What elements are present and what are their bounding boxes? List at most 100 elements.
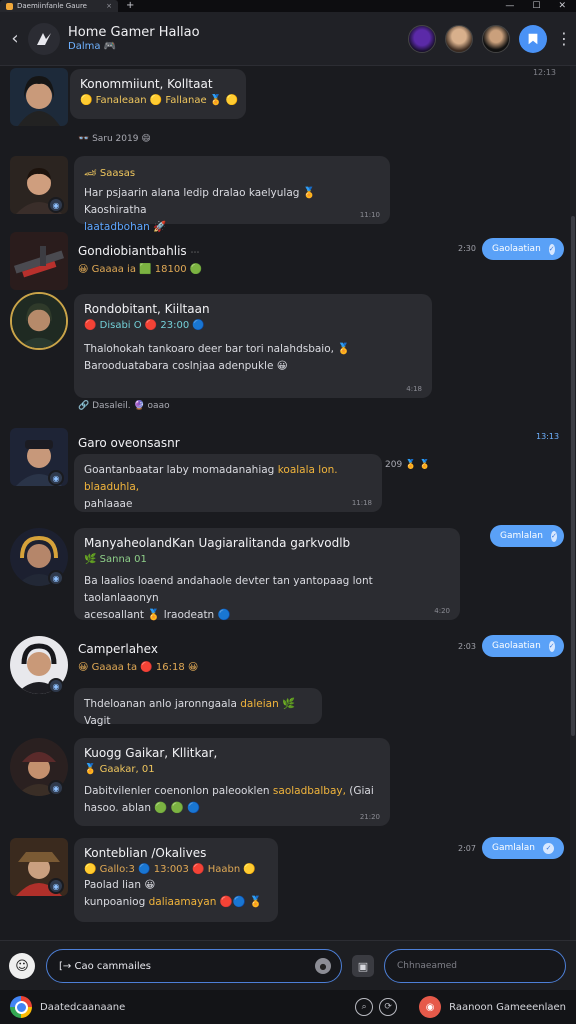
back-chevron-icon[interactable]: ‹: [2, 28, 28, 49]
message-bubble: ManyaheolandKan Uagiaralitanda garkvodlb…: [74, 528, 460, 621]
game-app-icon[interactable]: ◉: [419, 996, 442, 1018]
message-time: 11:10: [359, 211, 380, 219]
message-author: Konteblian /Okalives: [84, 846, 207, 860]
chat-header: ‹ Home Gamer Hallao Dalma 🎮 ⋮: [0, 12, 576, 66]
message-text: Ba laalios loaend andahaole devter tan y…: [84, 575, 373, 604]
secondary-input[interactable]: Chhnaeamed: [384, 949, 566, 983]
message-author: Garo oveonsasnr: [78, 436, 180, 450]
message-bubble: Kuogg Gaikar, Kllitkar, 🏅 Gaakar, 01 Dab…: [74, 738, 390, 826]
reply-pill-button[interactable]: Gaolaatian ✓: [482, 635, 564, 657]
taskbar-left-label[interactable]: Daatedcaanaane: [40, 1002, 125, 1013]
message-reaction-line: 🔗 Dasaleil. 🔮 oaao: [78, 401, 170, 411]
message-bubble: Goantanbaatar laby momadanahiag koalala …: [74, 454, 382, 512]
search-icon[interactable]: ⌕: [355, 998, 374, 1016]
message-body: Goantanbaatar laby momadanahiag koalala …: [84, 462, 372, 513]
chat-title: Home Gamer Hallao: [68, 25, 200, 40]
tab-label: Daemiinfanle Gaure: [17, 2, 87, 10]
message-bubble: Konommiiunt, Kolltaat 🟡 Fanaleaan 🟡 Fall…: [70, 69, 246, 119]
shield-icon: ✓: [551, 530, 557, 542]
message-time: 4:18: [406, 385, 422, 393]
avatar[interactable]: [10, 68, 68, 126]
close-window-button[interactable]: ✕: [558, 1, 566, 11]
message-body: Har psjaarin alana ledip dralao kaelyula…: [84, 185, 380, 236]
message-meta: 🟡 Gallo:3 🔵 13:003 🔴 Haabn 🟡: [84, 864, 256, 875]
reply-pill-button[interactable]: Gamlalan ✓: [482, 837, 564, 859]
message-text-tail: 🚀: [153, 221, 167, 233]
status-badge: ◉: [48, 197, 64, 213]
bookmark-icon: [528, 33, 538, 44]
message-time: 11:18: [351, 499, 372, 507]
message-highlight: saoladbalbay,: [272, 785, 346, 797]
chat-subtitle: Dalma 🎮: [68, 41, 117, 52]
avatar[interactable]: [10, 232, 68, 290]
pill-time: 2:03: [458, 642, 476, 651]
message-text: Dabitvilenler coenonlon paleooklen: [84, 785, 270, 797]
message-author: Camperlahex: [78, 642, 158, 656]
message-bubble: 🏎 Saasas Har psjaarin alana ledip dralao…: [74, 156, 390, 233]
reply-pill-button[interactable]: Gamlalan ✓: [490, 525, 564, 547]
browser-app-icon[interactable]: [10, 996, 32, 1018]
message-link[interactable]: laatadbohan: [84, 221, 150, 233]
mic-icon[interactable]: ●: [315, 958, 331, 974]
pill-label: Gamlalan: [500, 531, 543, 541]
avatar[interactable]: [10, 292, 68, 350]
scrollbar-track[interactable]: [570, 66, 576, 940]
participant-avatar-2[interactable]: [445, 24, 473, 53]
message-text-tail: acesoallant 🏅 lraodeatn 🔵: [84, 609, 231, 621]
timestamp: 12:13: [532, 68, 556, 77]
scrollbar-thumb[interactable]: [571, 216, 575, 736]
message-bubble: Konteblian /Okalives 🟡 Gallo:3 🔵 13:003 …: [74, 838, 278, 922]
message-body: Dabitvilenler coenonlon paleooklen saola…: [84, 783, 380, 817]
message-body: Paolad lian 😀 kunpoaniog daliaamayan 🔴🔵 …: [84, 877, 268, 911]
message-highlight: daleian: [240, 698, 279, 710]
message-reaction-line: 👓 Saru 2019 😄: [78, 134, 151, 144]
message-meta: 🌿 Sanna 01: [84, 554, 147, 565]
header-action-button[interactable]: [519, 24, 547, 53]
message-body: Ba laalios loaend andahaole devter tan y…: [84, 573, 450, 624]
message-composer: ☺ [→ Cao cammailes ● ▣ Chhnaeamed: [0, 940, 576, 990]
message-author: Konommiiunt, Kolltaat: [80, 77, 213, 91]
message-text: Goantanbaatar laby momadanahiag: [84, 464, 275, 476]
tab-close-icon[interactable]: ×: [106, 2, 112, 10]
tab-favicon-icon: [6, 2, 13, 10]
message-time: 4:20: [434, 607, 450, 615]
pill-label: Gaolaatian: [492, 244, 541, 254]
emoji-button[interactable]: ☺: [9, 953, 35, 979]
message-meta: 🏅 Gaakar, 01: [84, 764, 155, 775]
refresh-icon[interactable]: ⟳: [379, 998, 398, 1016]
timestamp: 13:13: [536, 432, 560, 441]
message-meta: 🏎 Saasas: [84, 168, 136, 179]
message-reaction-line: 209 🏅 🏅: [385, 460, 431, 470]
maximize-button[interactable]: ☐: [532, 1, 540, 11]
new-tab-button[interactable]: +: [126, 0, 134, 12]
minimize-button[interactable]: —: [505, 1, 514, 11]
message-time: 21:20: [359, 813, 380, 821]
message-author: Gondiobiantbahlis ⋯: [78, 244, 200, 258]
participant-avatar-3[interactable]: [482, 24, 510, 53]
status-badge: ◉: [48, 878, 64, 894]
message-meta: 🟡 Fanaleaan 🟡 Fallanae 🏅 🟡: [80, 95, 238, 106]
app-logo[interactable]: [28, 22, 60, 55]
message-text: Thalohokah tankoaro deer bar tori nalahd…: [84, 343, 351, 372]
status-badge: ◉: [48, 780, 64, 796]
secondary-input-placeholder: Chhnaeamed: [397, 961, 457, 971]
participant-avatar-1[interactable]: [408, 24, 436, 53]
message-text: Har psjaarin alana ledip dralao kaelyula…: [84, 187, 316, 216]
attach-button[interactable]: ▣: [352, 955, 374, 977]
pill-label: Gamlalan: [492, 843, 535, 853]
message-author: ManyaheolandKan Uagiaralitanda garkvodlb: [84, 536, 351, 550]
message-input-value: [→ Cao cammailes: [59, 960, 152, 972]
logo-mark-icon: [37, 32, 51, 45]
more-options-icon[interactable]: ⋮: [556, 29, 572, 48]
chat-feed[interactable]: 12:13 Konommiiunt, Kolltaat 🟡 Fanaleaan …: [0, 66, 576, 940]
message-highlight: koalala lon.: [277, 464, 338, 476]
message-highlight-2: blaaduhla,: [84, 481, 140, 493]
window-titlebar: Daemiinfanle Gaure × + — ☐ ✕: [0, 0, 576, 12]
browser-tab[interactable]: Daemiinfanle Gaure ×: [0, 0, 118, 12]
message-highlight: daliaamayan: [148, 896, 217, 908]
taskbar-right-label[interactable]: Raanoon Gameeenlaen: [449, 1002, 566, 1013]
shield-icon: ✓: [548, 243, 555, 255]
taskbar: Daatedcaanaane ⌕ ⟳ ◉ Raanoon Gameeenlaen: [0, 990, 576, 1024]
reply-pill-button[interactable]: Gaolaatian ✓: [482, 238, 564, 260]
message-input[interactable]: [→ Cao cammailes ●: [46, 949, 342, 983]
